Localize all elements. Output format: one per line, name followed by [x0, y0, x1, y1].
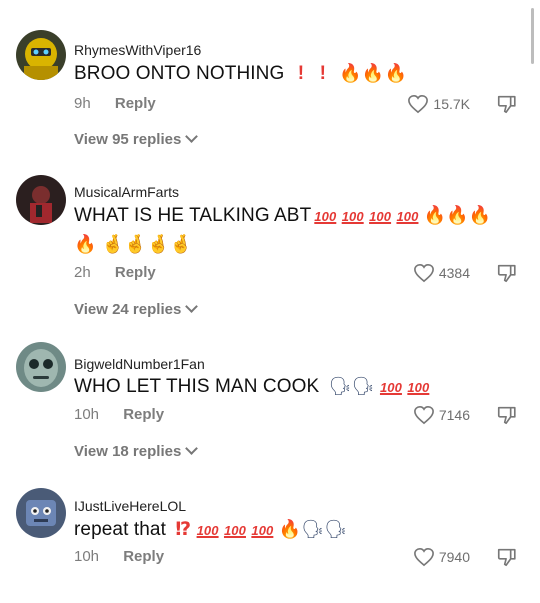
comment-time: 9h: [74, 95, 91, 112]
scrollbar[interactable]: [531, 8, 534, 64]
comment-meta: 2h Reply: [74, 264, 156, 281]
view-replies-button[interactable]: View 95 replies: [74, 130, 199, 148]
comment-username[interactable]: IJustLiveHereLOL: [74, 498, 186, 514]
character-avatar-icon[interactable]: [16, 175, 66, 225]
hundred-points-icon: 100: [196, 523, 219, 538]
blue-robot-avatar-icon[interactable]: [16, 488, 66, 538]
fire-icon: 🔥: [423, 205, 447, 226]
fire-icon: 🔥: [361, 63, 385, 84]
comment-text-body: WHAT IS HE TALKING ABT: [74, 205, 312, 226]
comment-time: 2h: [74, 264, 91, 281]
comment-meta: 10h Reply: [74, 548, 164, 565]
reply-button[interactable]: Reply: [123, 548, 164, 565]
view-replies-label: View 18 replies: [74, 443, 182, 460]
fire-icon: 🔥: [446, 205, 469, 226]
thumbs-down-icon: [497, 95, 516, 114]
dislike-button[interactable]: [496, 404, 518, 431]
hundred-points-icon: 100: [341, 209, 364, 224]
hundred-points-icon: 100: [314, 209, 337, 224]
heart-icon: [413, 547, 434, 567]
like-button[interactable]: 7940: [413, 547, 470, 567]
like-count: 15.7K: [433, 96, 470, 112]
like-button[interactable]: 15.7K: [407, 94, 470, 114]
reply-button[interactable]: Reply: [123, 406, 164, 423]
fingers-crossed-icon: 🤞: [124, 234, 147, 255]
view-replies-label: View 95 replies: [74, 131, 182, 148]
hundred-points-icon: 100: [379, 380, 402, 395]
thumbs-down-icon: [497, 264, 516, 283]
comment-text: WHAT IS HE TALKING ABT 100 100 100 100 🔥🔥…: [74, 205, 491, 227]
view-replies-label: View 24 replies: [74, 301, 182, 318]
view-replies-button[interactable]: View 24 replies: [74, 300, 199, 318]
comment-text-body: WHO LET THIS MAN COOK: [74, 376, 320, 397]
dislike-button[interactable]: [496, 546, 518, 573]
comment-text-line2: 🔥 🤞🤞🤞🤞: [74, 234, 192, 256]
comment-text: WHO LET THIS MAN COOK 🗣🗣 100 100: [74, 376, 429, 398]
hundred-points-icon: 100: [369, 209, 392, 224]
comment-username[interactable]: MusicalArmFarts: [74, 184, 179, 200]
robot-face-avatar-icon[interactable]: [16, 342, 66, 392]
heart-icon: [413, 263, 434, 283]
speaking-head-icon: 🗣: [301, 519, 325, 540]
hundred-points-icon: 100: [396, 209, 419, 224]
comment-username[interactable]: RhymesWithViper16: [74, 42, 201, 58]
dislike-button[interactable]: [496, 93, 518, 120]
speaking-head-icon: 🗣: [324, 519, 348, 540]
reply-button[interactable]: Reply: [115, 95, 156, 112]
heart-icon: [413, 405, 434, 425]
robot-avatar-icon[interactable]: [16, 30, 66, 80]
comment-time: 10h: [74, 406, 100, 423]
like-button[interactable]: 7146: [413, 405, 470, 425]
comment-text: repeat that ⁉ 100 100 100 🔥🗣🗣: [74, 518, 347, 541]
like-button[interactable]: 4384: [413, 263, 470, 283]
dislike-button[interactable]: [496, 262, 518, 289]
reply-button[interactable]: Reply: [115, 264, 156, 281]
comment-time: 10h: [74, 548, 100, 565]
hundred-points-icon: 100: [251, 523, 274, 538]
fire-icon: 🔥: [278, 519, 302, 540]
view-replies-button[interactable]: View 18 replies: [74, 442, 199, 460]
fire-icon: 🔥: [384, 63, 407, 84]
speaking-head-icon: 🗣: [351, 376, 375, 397]
thumbs-down-icon: [497, 548, 516, 567]
fire-icon: 🔥: [339, 63, 362, 84]
comment-meta: 9h Reply: [74, 95, 156, 112]
like-count: 7940: [438, 549, 470, 565]
thumbs-down-icon: [497, 406, 516, 425]
comment-text-body: BROO ONTO NOTHING: [74, 63, 285, 84]
exclamation-icon: !: [297, 63, 305, 84]
interrobang-icon: ⁉: [175, 519, 192, 540]
fingers-crossed-icon: 🤞: [169, 234, 192, 255]
like-count: 4384: [438, 265, 470, 281]
exclamation-icon: !: [319, 63, 327, 84]
fire-icon: 🔥: [468, 205, 492, 226]
chevron-down-icon: [185, 130, 199, 143]
comment-username[interactable]: BigweldNumber1Fan: [74, 356, 205, 372]
hundred-points-icon: 100: [223, 523, 246, 538]
hundred-points-icon: 100: [407, 380, 430, 395]
speaking-head-icon: 🗣: [328, 376, 352, 397]
fingers-crossed-icon: 🤞: [101, 234, 125, 255]
comment-meta: 10h Reply: [74, 406, 164, 423]
chevron-down-icon: [185, 442, 199, 455]
comment-text: BROO ONTO NOTHING ! ! 🔥🔥🔥: [74, 63, 407, 85]
fire-icon: 🔥: [74, 234, 97, 255]
comment-text-body: repeat that: [74, 519, 166, 540]
chevron-down-icon: [185, 300, 199, 313]
fingers-crossed-icon: 🤞: [146, 234, 170, 255]
like-count: 7146: [438, 407, 470, 423]
heart-icon: [408, 94, 429, 114]
